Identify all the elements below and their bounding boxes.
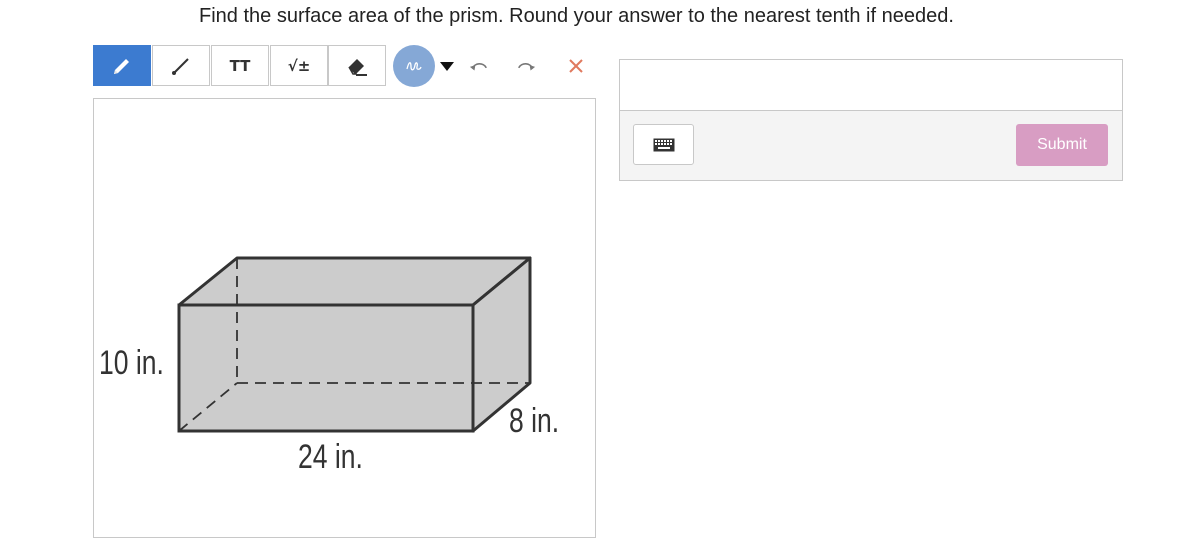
submit-button[interactable]: Submit [1016,124,1108,166]
pencil-icon [114,58,129,74]
eraser-tool-button[interactable] [328,45,386,86]
clear-button[interactable] [566,56,586,76]
keyboard-icon [653,138,674,151]
clear-icon [569,59,583,73]
scribble-tool-button[interactable] [393,45,435,87]
undo-icon [469,63,488,71]
dropdown-arrow-icon [440,62,454,71]
answer-panel: Submit [619,59,1123,181]
height-label: 10 in. [99,344,164,382]
math-tool-button[interactable]: √± [270,45,328,86]
scribble-icon [406,62,422,71]
text-tool-button[interactable]: TT [211,45,269,86]
redo-icon [517,63,536,71]
pencil-tool-button[interactable] [93,45,151,86]
color-dropdown-button[interactable] [437,56,457,76]
line-icon [172,57,189,75]
prism-front-face [177,303,475,433]
undo-button[interactable] [469,56,489,76]
math-icon: √± [287,56,311,75]
length-label: 24 in. [298,438,363,476]
eraser-icon [348,58,367,76]
line-tool-button[interactable] [152,45,210,86]
text-icon: TT [229,56,251,75]
width-label: 8 in. [509,402,560,440]
question-text: Find the surface area of the prism. Roun… [199,5,954,27]
prism-top-face [177,256,532,307]
answer-input[interactable] [620,60,1122,111]
keyboard-button[interactable] [633,124,694,165]
redo-button[interactable] [516,56,536,76]
